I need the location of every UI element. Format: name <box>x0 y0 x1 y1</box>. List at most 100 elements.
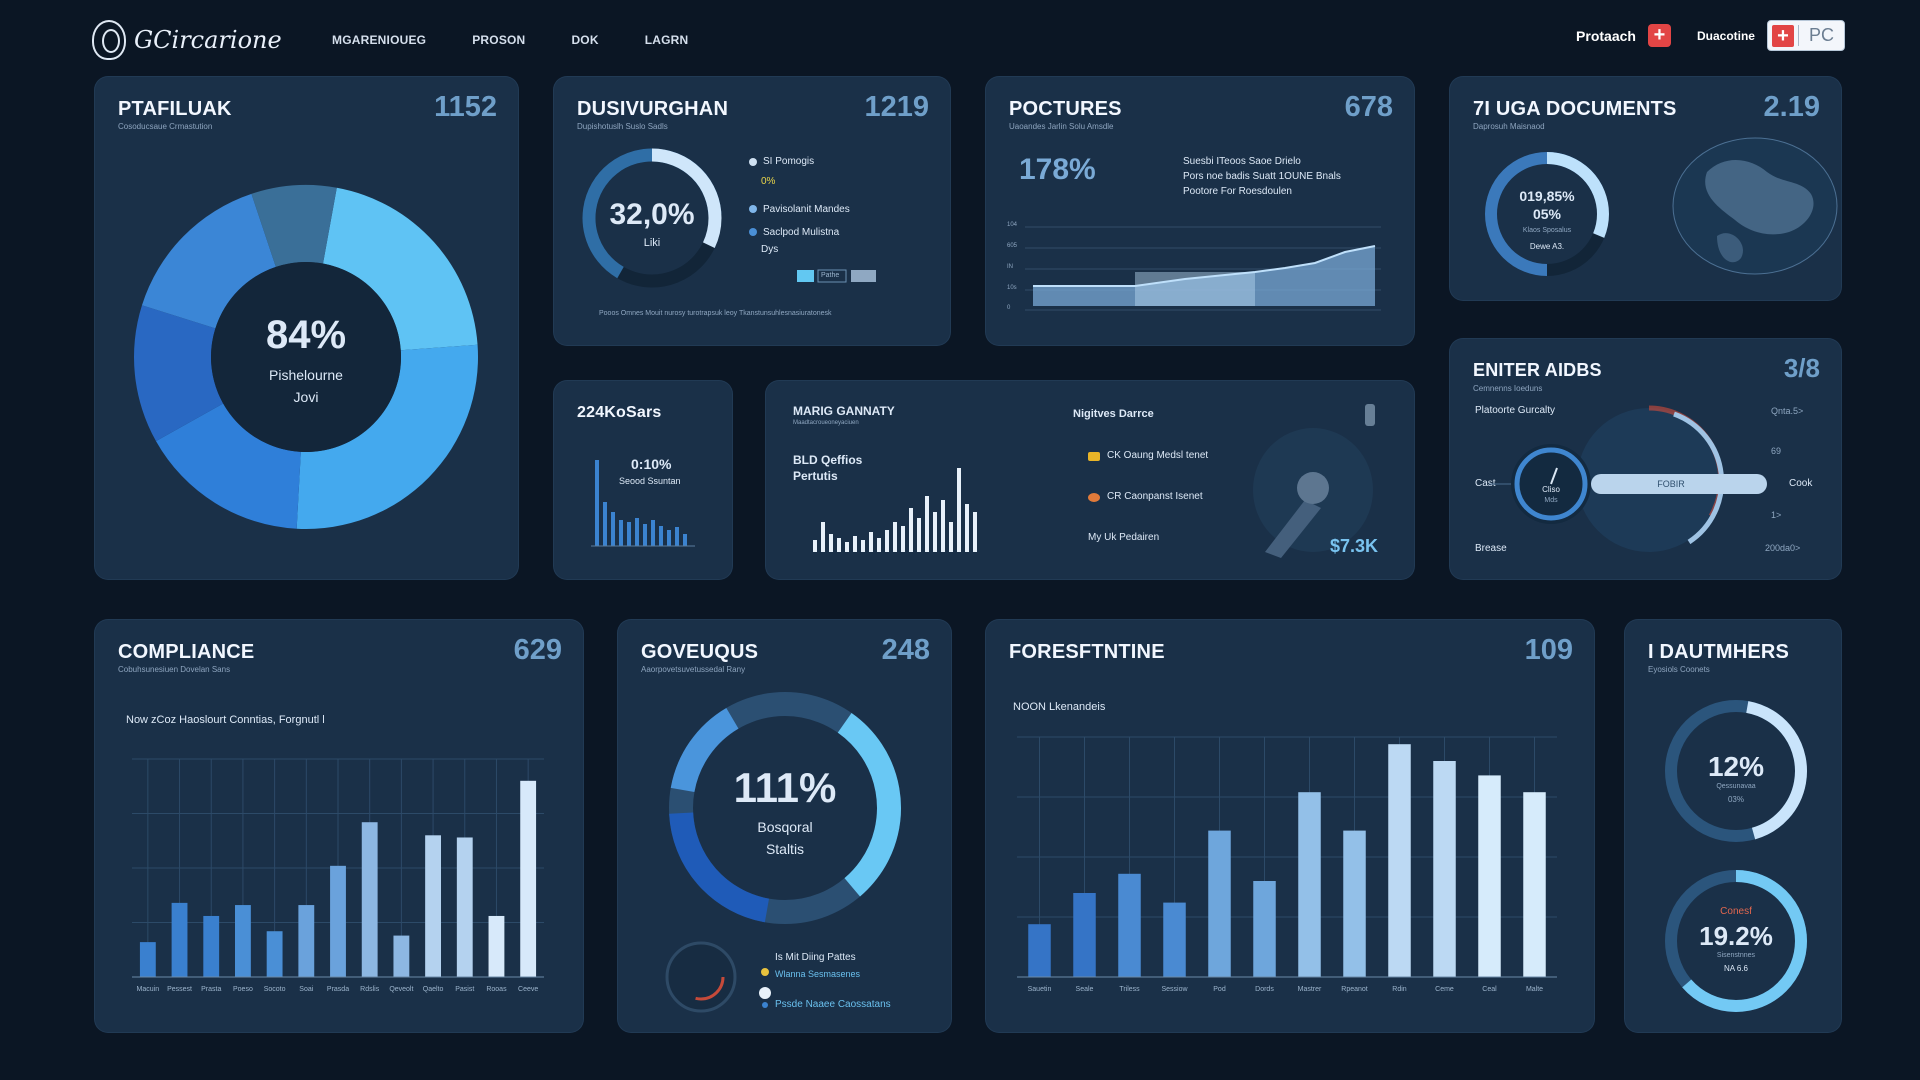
legend-value: 0% <box>761 176 776 187</box>
enter-aidbs-card[interactable]: ENITER AIDBS Cemnenns Ioeduns 3/8 Platoo… <box>1449 338 1842 580</box>
goveuqus-card[interactable]: GOVEUQUS Aaorpovetsuvetussedal Rany 248 … <box>617 619 952 1033</box>
tick-label: Socoto <box>264 986 286 993</box>
bar-Sessiow <box>1163 902 1186 977</box>
foresftntine-card[interactable]: FORESFTNTINE 109 NOON Lkenandeis Sauetin… <box>985 619 1595 1033</box>
legend-item-1: SI Pomogis <box>763 156 815 167</box>
bar-Qeveolt <box>393 935 410 977</box>
ring-2-top: Conesf <box>1720 906 1752 917</box>
add-icon[interactable]: + <box>1647 24 1671 47</box>
bottom-right: 200da0> <box>1765 543 1801 553</box>
ring-label-2: Staltis <box>765 841 805 857</box>
ring-sub: Liki <box>643 237 661 249</box>
tick-label: Rdin <box>1392 986 1407 993</box>
add-pc-icon: + <box>1771 24 1794 47</box>
protaach-label[interactable]: Protaach <box>1576 28 1636 44</box>
item-2: CR Caonpanst Isenet <box>1107 491 1203 502</box>
bar-Sauetin <box>1028 924 1051 977</box>
donut-label: Pishelourne <box>269 367 343 383</box>
kosars-card[interactable]: 224KoSars 0:10% Seood Ssuntan <box>553 380 733 580</box>
legend-item-2: Pavisolanit Mandes <box>763 204 850 215</box>
tick-label: Pessest <box>167 986 192 993</box>
poctures-card[interactable]: POCTURES Uaoandes Jarlin Solu Amsdle 678… <box>985 76 1415 346</box>
foresftntine-bar-chart: Sauetin Seale Triless Sessiow Pod Dords Mastre… <box>1017 736 1557 993</box>
item-2-icon <box>1088 493 1100 502</box>
tick-4: 10s <box>1007 285 1017 291</box>
microscope-graphic <box>1253 404 1375 558</box>
pc-button[interactable]: + PC <box>1766 20 1845 51</box>
tick-label: Prasda <box>327 986 349 993</box>
bar-Triless <box>1118 873 1141 977</box>
donut-label-2: Jovi <box>293 389 319 405</box>
tick-label: Qeveolt <box>389 986 413 993</box>
tick-label: Soai <box>299 986 313 993</box>
nav-item-3[interactable]: DOK <box>571 33 598 47</box>
marig-bar <box>845 542 849 552</box>
marig-bar <box>821 522 825 552</box>
bar-Dords <box>1253 881 1276 977</box>
bar-Ceme <box>1433 761 1456 977</box>
bar-Rdslis <box>361 822 378 977</box>
item-1-icon <box>1088 452 1100 461</box>
marig-bar <box>901 526 905 552</box>
marig-bar <box>829 534 833 552</box>
ring-value-2: 05% <box>1532 206 1562 222</box>
poctures-area-chart <box>1025 226 1381 311</box>
marig-bar <box>941 500 945 552</box>
ptafiluak-card[interactable]: PTAFILUAK Cosoducsaue Crmastution 1152 8… <box>94 76 519 580</box>
dial-sub: Mds <box>1544 497 1558 504</box>
tick-label: Sauetin <box>1028 986 1052 993</box>
nav-item-4[interactable]: LAGRN <box>645 33 689 47</box>
tick-label: Pod <box>1213 986 1226 993</box>
tick-label: Ceme <box>1435 986 1454 993</box>
item-1: CK Oaung Medsl tenet <box>1107 450 1209 461</box>
legend-item-3: Saclpod Mulistna <box>763 227 840 238</box>
compliance-card[interactable]: COMPLIANCE Cobuhsunesiuen Dovelan Sans 6… <box>94 619 584 1033</box>
main-nav: MGARENIOUEG PROSON DOK LAGRN <box>332 33 688 47</box>
tick-label: Seale <box>1076 986 1094 993</box>
legend-mini: Pathe <box>821 272 840 279</box>
ring-2-sub: Sisenstnnes <box>1716 952 1756 959</box>
bar-Malte <box>1523 792 1546 977</box>
marig-bar <box>861 540 865 552</box>
marig-card[interactable]: MARIG GANNATY Maadtacroueoneyaciuen BLD … <box>765 380 1415 580</box>
tick-1: 104 <box>1007 222 1018 228</box>
bar-Socoto <box>266 931 283 977</box>
duacotine-label[interactable]: Duacotine <box>1697 29 1755 43</box>
dial-text: Cliso <box>1542 485 1560 494</box>
ring-2-percent: 19.2% <box>1699 921 1773 951</box>
marig-bar <box>965 504 969 552</box>
nav-item-1[interactable]: MGARENIOUEG <box>332 33 426 47</box>
dautmhers-card[interactable]: I DAUTMHERS Eyosiols Coonets 12% Qessuna… <box>1624 619 1842 1033</box>
logo[interactable]: GCircarione <box>92 20 282 60</box>
marig-bar <box>933 512 937 552</box>
bar-Poeso <box>235 905 251 977</box>
legend-2: Wlanna Sesmasenes <box>775 969 861 979</box>
bar-Rdin <box>1388 744 1411 977</box>
ring-1-sub: Qessunavaa <box>1716 783 1756 790</box>
tick-label: Malte <box>1526 986 1543 993</box>
bar-Seale <box>1073 893 1096 977</box>
tick-5: 0 <box>1007 305 1011 311</box>
nav-item-2[interactable]: PROSON <box>472 33 525 47</box>
marig-bar <box>909 508 913 552</box>
ring-percent: 32,0% <box>609 198 695 231</box>
tick-label: Sessiow <box>1161 986 1188 993</box>
tick-label: Triless <box>1119 986 1140 993</box>
tick-2: 605 <box>1007 243 1018 249</box>
bar-Soai <box>298 905 315 977</box>
dusivurghan-card[interactable]: DUSIVURGHAN Dupishotuslh Suslo Sadls 121… <box>553 76 951 346</box>
marig-bar <box>973 512 977 552</box>
right-title: Nigitves Darrce <box>1073 408 1154 420</box>
tick-label: Ceeve <box>518 986 538 993</box>
bar-label[interactable]: FOBIR <box>1641 479 1701 489</box>
marig-bar <box>885 530 889 552</box>
world-map-graphic <box>1672 137 1838 275</box>
item-3: My Uk Pedairen <box>1088 532 1160 543</box>
bar-Rpeanot <box>1343 830 1366 977</box>
tick-label: Dords <box>1255 986 1274 993</box>
tick-label: Poeso <box>233 986 253 993</box>
marig-bar <box>917 518 921 552</box>
documents-card[interactable]: 7I UGA DOCUMENTS Daprosuh Maisnaod 2.19 … <box>1449 76 1842 301</box>
card-footer: Pooos Omnes Mouit nurosy turotrapsuk leo… <box>599 310 832 317</box>
logo-icon <box>92 20 126 60</box>
